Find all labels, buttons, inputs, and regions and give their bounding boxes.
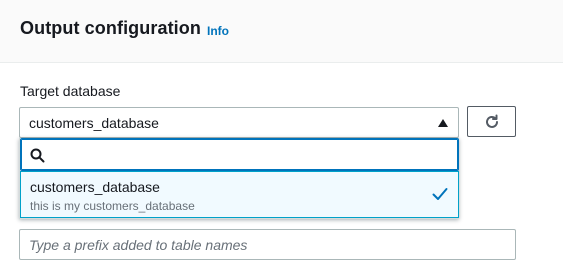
search-icon [30,148,45,163]
caret-up-icon [438,119,448,127]
target-database-dropdown: customers_database this is my customers_… [19,138,459,219]
refresh-icon [486,114,498,128]
target-database-label: Target database [20,83,121,99]
refresh-button[interactable] [467,106,516,137]
option-label: customers_database [30,179,160,195]
filter-input[interactable] [51,142,451,168]
filter-field[interactable] [20,138,459,171]
panel-title: Output configuration [20,18,201,38]
panel-header: Output configuration Info [0,0,563,63]
option-customers-database[interactable]: customers_database this is my customers_… [20,171,459,218]
option-description: this is my customers_database [30,199,195,213]
table-prefix-input[interactable] [19,229,516,260]
target-database-selected-value: customers_database [29,115,159,131]
check-icon [432,188,448,200]
target-database-select[interactable]: customers_database [19,107,459,138]
info-link[interactable]: Info [207,24,229,38]
